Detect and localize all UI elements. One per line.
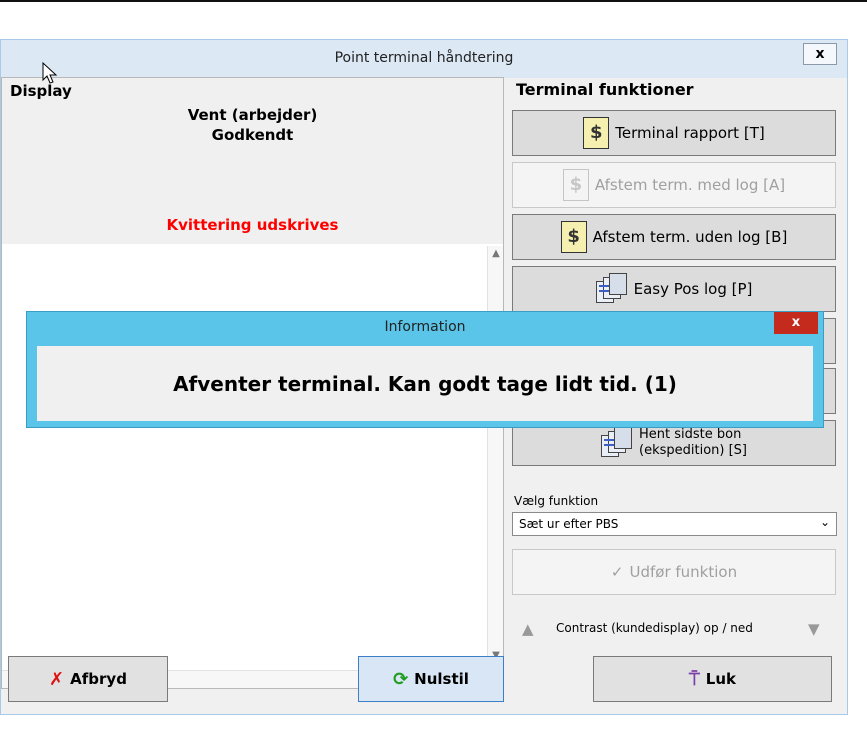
top-border-line xyxy=(0,0,867,2)
execute-function-button[interactable]: ✓ Udfør funktion xyxy=(512,549,836,595)
window-title: Point terminal håndtering xyxy=(334,50,514,66)
display-label: Display xyxy=(10,82,72,100)
dialog-close-button[interactable]: x xyxy=(774,312,818,334)
scroll-up-icon[interactable]: ▲ xyxy=(488,246,504,262)
vertical-scrollbar[interactable]: ▲ ▼ xyxy=(487,246,503,664)
dialog-message-area: Afventer terminal. Kan godt tage lidt ti… xyxy=(37,346,813,421)
reconcile-without-log-button[interactable]: $ Afstem term. uden log [B] xyxy=(512,214,836,260)
mouse-cursor-icon xyxy=(42,62,58,84)
window-titlebar[interactable]: Point terminal håndtering x xyxy=(1,40,847,78)
display-status-line2: Godkendt xyxy=(211,126,294,144)
function-select[interactable]: Sæt ur efter PBS ⌄ xyxy=(512,512,837,536)
checkmark-icon: ✓ xyxy=(610,563,624,581)
display-receipt-status: Kvittering udskrives xyxy=(166,216,339,234)
cancel-button[interactable]: ✗ Afbryd xyxy=(8,656,168,702)
terminal-report-button[interactable]: $ Terminal rapport [T] xyxy=(512,110,836,156)
cancel-x-icon: ✗ xyxy=(49,668,65,690)
function-select-value: Sæt ur efter PBS xyxy=(519,517,619,531)
refresh-icon: ⟳ xyxy=(393,668,409,690)
information-dialog: Information x Afventer terminal. Kan god… xyxy=(26,311,824,428)
display-header-area: Display Vent (arbejder) Godkendt Kvitter… xyxy=(2,78,503,244)
reconcile-with-log-label: Afstem term. med log [A] xyxy=(594,176,786,194)
close-button[interactable]: ⍑ Luk xyxy=(593,656,832,702)
execute-function-label: Udfør funktion xyxy=(629,563,738,581)
function-select-label: Vælg funktion xyxy=(514,494,599,508)
log-pages-icon xyxy=(595,273,628,305)
terminal-functions-title: Terminal funktioner xyxy=(516,80,694,99)
display-status-line1: Vent (arbejder) xyxy=(187,106,318,124)
report-doc-icon: $ xyxy=(560,221,587,253)
fetch-last-receipt-line1: Hent sidste bon xyxy=(639,427,742,442)
close-label: Luk xyxy=(705,670,737,688)
dialog-title: Information xyxy=(384,319,466,335)
reset-button[interactable]: ⟳ Nulstil xyxy=(358,656,504,702)
report-doc-icon: $ xyxy=(583,117,610,149)
easy-pos-log-button[interactable]: Easy Pos log [P] xyxy=(512,266,836,312)
window-close-button[interactable]: x xyxy=(803,43,837,65)
reset-label: Nulstil xyxy=(414,670,469,688)
chevron-down-icon: ⌄ xyxy=(819,515,830,529)
report-doc-icon: $ xyxy=(562,169,589,201)
reconcile-without-log-label: Afstem term. uden log [B] xyxy=(592,228,788,246)
cancel-label: Afbryd xyxy=(70,670,127,688)
contrast-down-icon[interactable]: ▼ xyxy=(808,620,820,638)
contrast-label: Contrast (kundedisplay) op / ned xyxy=(556,621,753,635)
log-pages-icon xyxy=(601,427,633,459)
dialog-message: Afventer terminal. Kan godt tage lidt ti… xyxy=(173,371,677,396)
contrast-up-icon[interactable]: ▲ xyxy=(522,620,534,638)
terminal-report-label: Terminal rapport [T] xyxy=(615,124,765,142)
exit-door-icon: ⍑ xyxy=(688,668,700,690)
reconcile-with-log-button[interactable]: $ Afstem term. med log [A] xyxy=(512,162,836,208)
fetch-last-receipt-line2: (ekspedition) [S] xyxy=(639,443,747,458)
easy-pos-log-label: Easy Pos log [P] xyxy=(633,280,753,298)
